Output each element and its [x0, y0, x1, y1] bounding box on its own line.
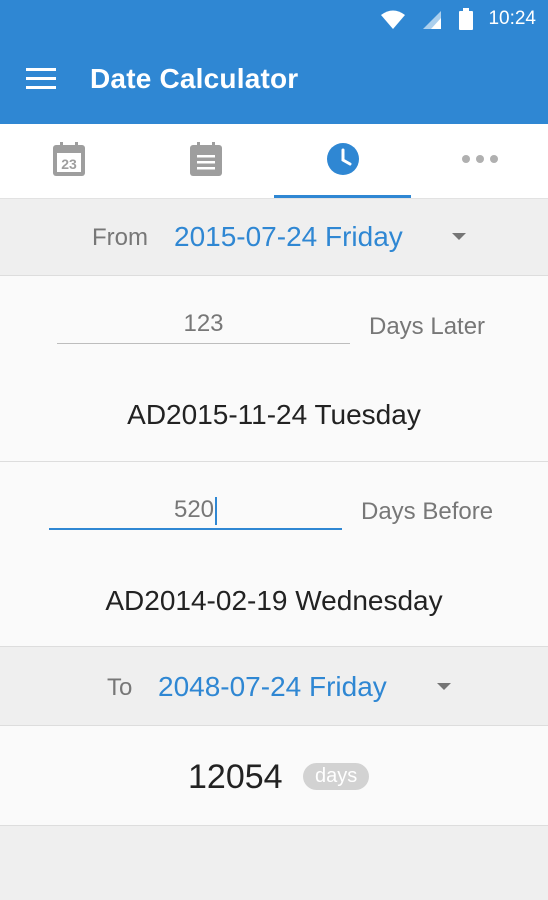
days-before-value: 520: [173, 496, 215, 523]
tab-bar: 23: [0, 124, 548, 199]
tab-calendar-day[interactable]: 23: [0, 124, 137, 198]
menu-icon[interactable]: [26, 67, 56, 91]
days-later-label: Days Later: [369, 313, 486, 340]
signal-icon: [423, 11, 441, 29]
to-dropdown-icon[interactable]: [437, 683, 451, 690]
days-later-value: 123: [183, 310, 224, 337]
tab-clock[interactable]: [274, 124, 411, 198]
days-later-input-underline: [57, 343, 350, 344]
difference-row: 12054 days: [0, 726, 548, 826]
days-unit-badge: days: [303, 763, 370, 790]
app-title: Date Calculator: [90, 63, 299, 94]
active-tab-indicator: [274, 195, 411, 198]
to-label: To: [107, 674, 133, 701]
from-dropdown-icon[interactable]: [452, 233, 466, 240]
calendar-list-icon: [189, 142, 222, 176]
status-bar: 10:24: [0, 0, 548, 38]
to-row: To 2048-07-24 Friday: [0, 647, 548, 726]
from-row: From 2015-07-24 Friday: [0, 199, 548, 276]
wifi-icon: [381, 10, 405, 29]
tab-calendar-list[interactable]: [137, 124, 274, 198]
to-date-selector[interactable]: 2048-07-24 Friday: [158, 671, 387, 703]
days-later-result: AD2015-11-24 Tuesday: [127, 399, 421, 430]
days-later-section: 123 Days Later AD2015-11-24 Tuesday: [0, 276, 548, 462]
status-time: 10:24: [488, 8, 536, 29]
more-icon: [461, 155, 498, 163]
battery-icon: [459, 8, 473, 30]
calendar-day-icon: 23: [52, 142, 85, 176]
calendar-day-icon-text: 23: [61, 156, 77, 172]
days-before-input-underline: [49, 528, 342, 530]
app-bar: Date Calculator: [0, 38, 548, 124]
days-before-section: 520 Days Before AD2014-02-19 Wednesday: [0, 462, 548, 647]
tab-more[interactable]: [411, 124, 548, 198]
clock-icon: [326, 143, 359, 175]
text-caret: [215, 496, 218, 525]
days-later-input[interactable]: 123: [57, 304, 350, 344]
days-before-input[interactable]: 520: [49, 490, 342, 530]
from-label: From: [92, 224, 148, 251]
difference-value: 12054: [188, 758, 283, 796]
days-before-label: Days Before: [361, 498, 494, 525]
days-before-result: AD2014-02-19 Wednesday: [105, 585, 443, 616]
from-date-selector[interactable]: 2015-07-24 Friday: [174, 221, 403, 253]
